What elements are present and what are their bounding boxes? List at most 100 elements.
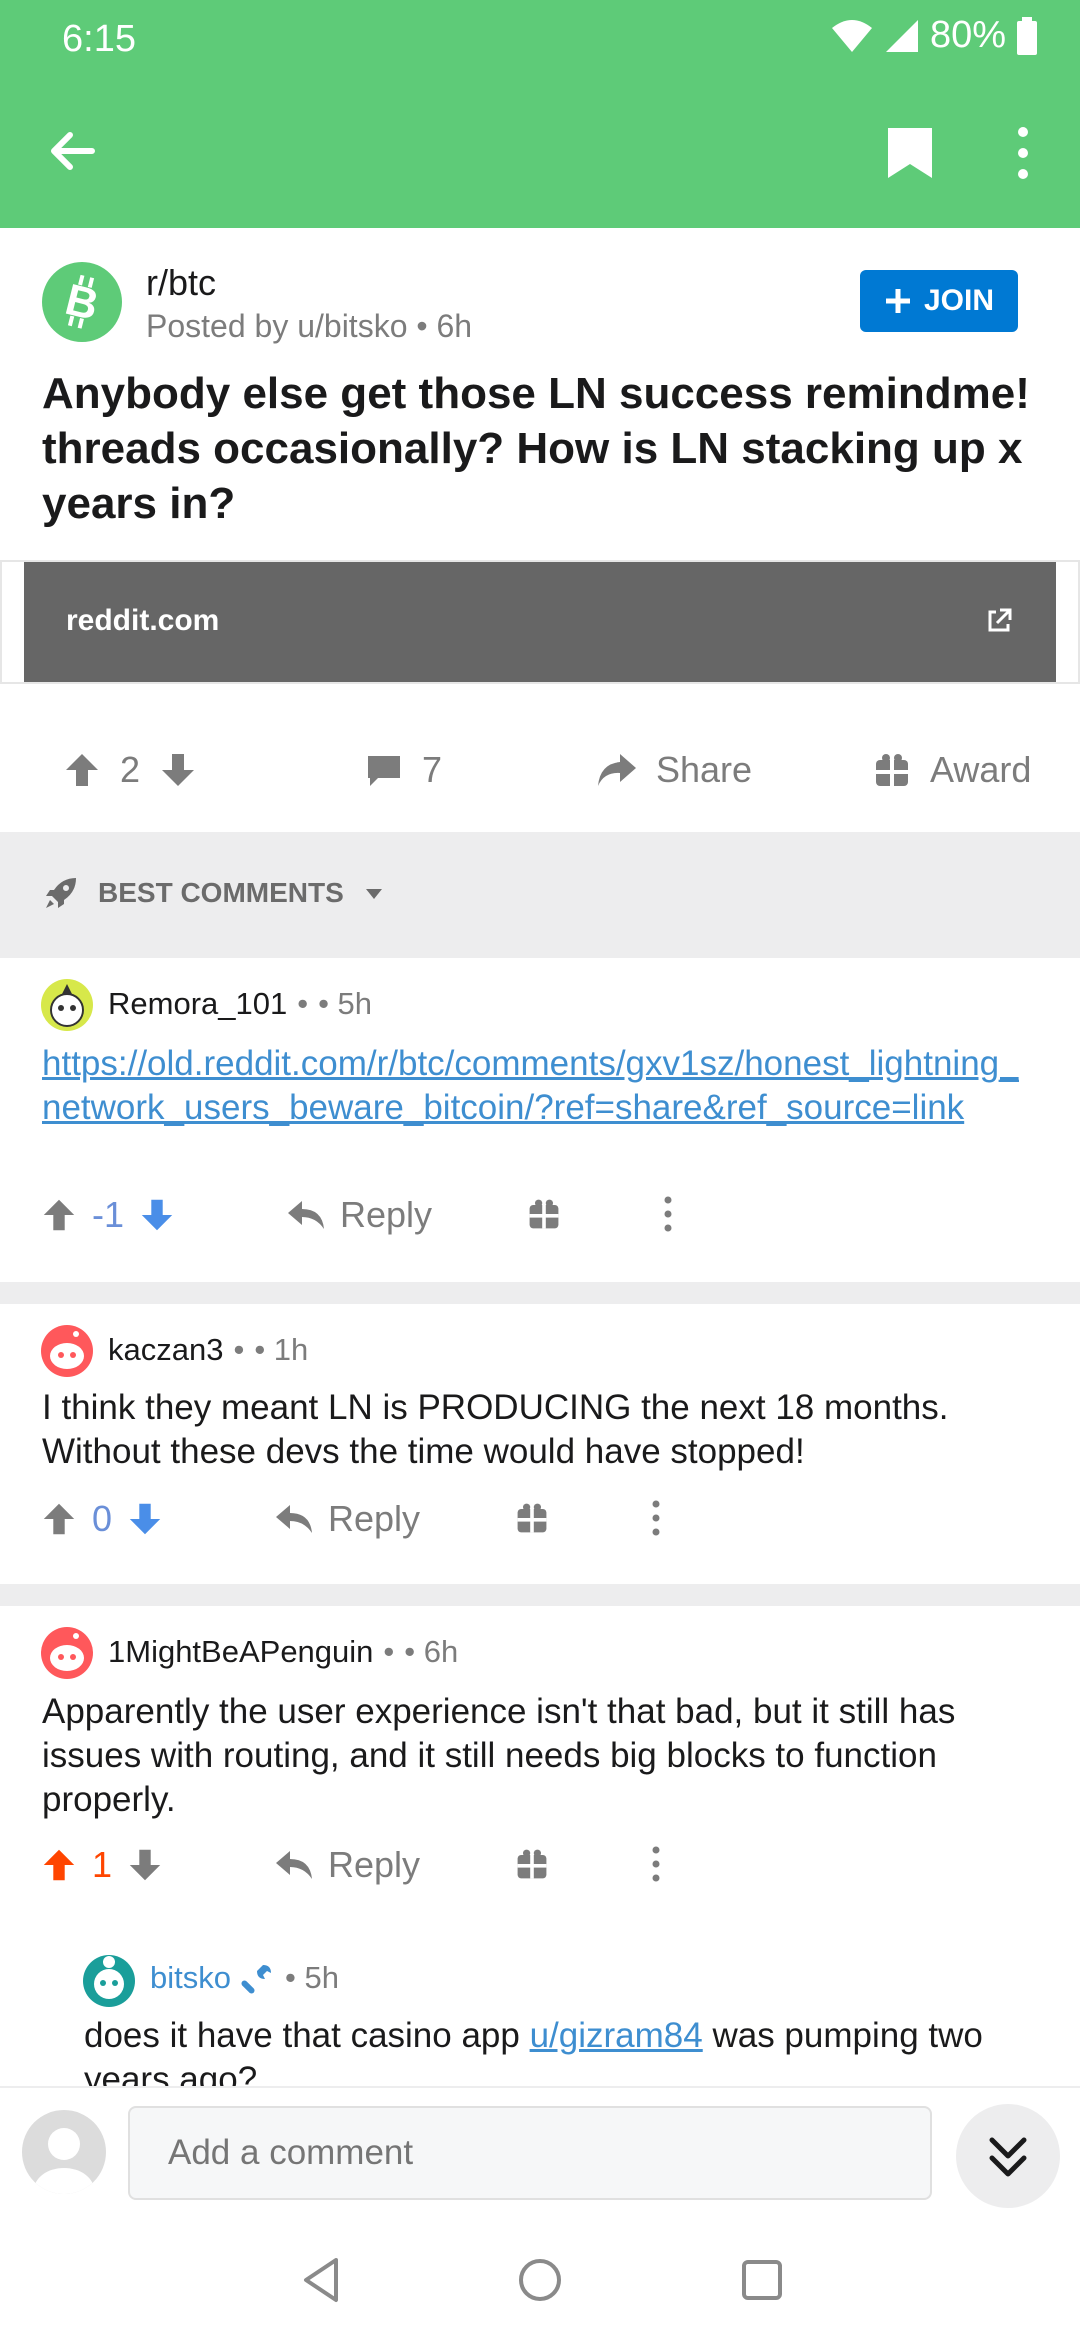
join-button[interactable]: JOIN: [860, 270, 1018, 332]
meta-dot: •: [233, 1332, 245, 1367]
subreddit-avatar[interactable]: B: [42, 262, 122, 342]
bookmark-icon[interactable]: [880, 120, 940, 186]
arrow-left-icon[interactable]: [40, 118, 106, 184]
sort-button[interactable]: BEST COMMENTS: [42, 874, 386, 912]
vote-group: -1: [40, 1180, 176, 1250]
nav-back-icon[interactable]: [292, 2250, 352, 2310]
post-vote-group: 2: [62, 720, 198, 820]
join-label: JOIN: [923, 284, 995, 317]
reply-button[interactable]: Reply: [274, 1484, 420, 1554]
more-vertical-icon[interactable]: [658, 1194, 678, 1234]
link-domain: reddit.com: [66, 604, 220, 637]
post-vote-count: 2: [120, 749, 141, 790]
posted-by-link[interactable]: Posted by u/bitsko: [146, 308, 407, 344]
snoo-avatar-icon[interactable]: [40, 1626, 94, 1680]
comment-body: Apparently the user experience isn't tha…: [42, 1692, 956, 1819]
downvote-icon[interactable]: [158, 750, 198, 790]
app-bar: [0, 80, 1080, 228]
award-button[interactable]: Award: [872, 720, 1031, 820]
add-comment-input[interactable]: [128, 2106, 932, 2200]
double-chevron-down-icon: [989, 2137, 1027, 2177]
post-age: 6h: [436, 308, 473, 344]
downvote-icon-active[interactable]: [126, 1500, 164, 1538]
plus-icon: [885, 289, 910, 313]
status-time: 6:15: [62, 18, 136, 60]
upvote-icon[interactable]: [40, 1196, 78, 1234]
gift-icon[interactable]: [514, 1846, 550, 1882]
upvote-icon-active[interactable]: [40, 1846, 78, 1884]
nav-recents-icon[interactable]: [732, 2250, 792, 2310]
comment-score: -1: [92, 1194, 125, 1235]
post-title: Anybody else get those LN success remind…: [42, 369, 1030, 528]
rocket-icon: [46, 878, 76, 908]
signal-icon: [885, 19, 918, 52]
upvote-icon[interactable]: [62, 750, 102, 790]
user-mention-link[interactable]: u/gizram84: [530, 2016, 703, 2055]
comment-reply-item: bitsko • 5h does it have that casino app…: [0, 1946, 1080, 2086]
comment-body: I think they meant LN is PRODUCING the n…: [42, 1388, 949, 1471]
divider: [0, 1584, 1080, 1606]
comment-composer-bar: [0, 2086, 1080, 2226]
comment-score: 1: [92, 1844, 113, 1885]
share-button[interactable]: Share: [594, 720, 752, 820]
comment-sort-bar: BEST COMMENTS: [0, 832, 1080, 958]
bitcoin-icon: B: [61, 274, 103, 330]
gift-icon[interactable]: [514, 1500, 550, 1536]
reply-button[interactable]: Reply: [286, 1180, 432, 1250]
comment-author[interactable]: Remora_101: [108, 986, 287, 1022]
external-link-icon: [988, 608, 1012, 632]
vote-group: 0: [40, 1484, 164, 1554]
divider: [0, 1282, 1080, 1304]
subreddit-name[interactable]: r/btc: [146, 262, 216, 304]
downvote-icon[interactable]: [126, 1846, 164, 1884]
user-avatar-icon[interactable]: [22, 2110, 106, 2194]
comment-actions: 0 Reply: [40, 1484, 740, 1554]
comment-author-op[interactable]: bitsko: [150, 1960, 231, 1996]
comment-icon: [368, 756, 400, 786]
snoo-avatar-icon[interactable]: [40, 1324, 94, 1378]
meta-separator: •: [416, 308, 437, 344]
more-vertical-icon[interactable]: [1000, 120, 1046, 186]
comment-author[interactable]: kaczan3: [108, 1332, 223, 1368]
comment-count: 7: [422, 749, 443, 790]
reply-label: Reply: [340, 1194, 433, 1235]
comment-item: kaczan3 • • 1h I think they meant LN is …: [0, 1304, 1080, 1584]
reply-icon: [288, 1201, 324, 1229]
award-label: Award: [930, 749, 1032, 790]
gift-icon[interactable]: [526, 1196, 562, 1232]
downvote-icon-active[interactable]: [138, 1196, 176, 1234]
post-actions: 2 7 Share Award: [0, 720, 1080, 820]
comment-body: does it have that casino app u/gizram84 …: [84, 2014, 1054, 2086]
share-label: Share: [656, 749, 753, 790]
comment-age: • 5h: [318, 986, 373, 1021]
comments-button[interactable]: 7: [364, 720, 442, 820]
wrench-icon: [241, 1965, 271, 1994]
comment-meta: Remora_101 • • 5h: [108, 986, 372, 1022]
comment-actions: -1 Reply: [40, 1180, 740, 1250]
more-vertical-icon[interactable]: [646, 1498, 666, 1538]
comment-body: https://old.reddit.com/r/btc/comments/gx…: [42, 1042, 1022, 1130]
comment-score: 0: [92, 1498, 113, 1539]
status-icons: 80%: [830, 14, 1038, 57]
post-meta: Posted by u/bitsko • 6h: [146, 308, 472, 345]
user-avatar-icon[interactable]: [40, 978, 94, 1032]
battery-percent: 80%: [929, 14, 1006, 56]
scroll-down-button[interactable]: [956, 2104, 1060, 2208]
comment-author[interactable]: 1MightBeAPenguin: [108, 1634, 373, 1670]
sort-label: BEST COMMENTS: [98, 877, 344, 908]
gift-icon: [876, 754, 908, 786]
comment-url-link[interactable]: https://old.reddit.com/r/btc/comments/gx…: [42, 1044, 1019, 1127]
nav-home-icon[interactable]: [510, 2250, 570, 2310]
reply-icon: [276, 1851, 312, 1879]
link-preview-card[interactable]: reddit.com: [24, 562, 1056, 682]
vote-group: 1: [40, 1830, 164, 1900]
comment-age: • 5h: [284, 1960, 339, 1995]
meta-dot: •: [297, 986, 309, 1021]
more-vertical-icon[interactable]: [646, 1844, 666, 1884]
caret-down-icon: [365, 889, 382, 899]
comment-meta: 1MightBeAPenguin • • 6h: [108, 1634, 458, 1670]
system-nav-bar: [0, 2226, 1080, 2340]
user-avatar-icon[interactable]: [82, 1954, 136, 2008]
reply-button[interactable]: Reply: [274, 1830, 420, 1900]
upvote-icon[interactable]: [40, 1500, 78, 1538]
